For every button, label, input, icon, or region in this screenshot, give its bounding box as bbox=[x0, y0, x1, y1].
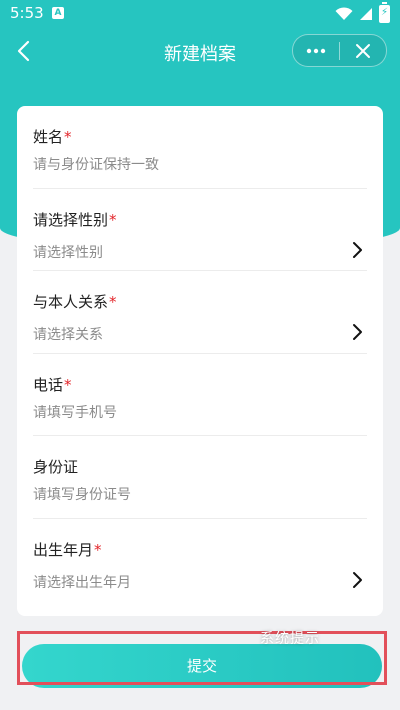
status-bar: 5:53 A ⚡ bbox=[0, 0, 400, 28]
id-card-input[interactable] bbox=[33, 487, 333, 503]
name-input[interactable] bbox=[33, 157, 333, 173]
relation-label: 与本人关系* bbox=[33, 293, 117, 311]
more-dots-icon bbox=[306, 48, 326, 53]
birth-date-field[interactable]: 出生年月* 请选择出生年月 bbox=[33, 519, 367, 602]
gender-select[interactable]: 请选择性别 bbox=[33, 242, 103, 262]
id-card-label: 身份证 bbox=[33, 458, 79, 476]
relation-select[interactable]: 请选择关系 bbox=[33, 324, 103, 344]
required-mark: * bbox=[94, 540, 102, 559]
phone-label: 电话* bbox=[33, 375, 72, 394]
back-arrow-icon bbox=[17, 40, 30, 62]
birth-date-select[interactable]: 请选择出生年月 bbox=[33, 572, 131, 592]
close-icon bbox=[356, 43, 370, 58]
status-icons: ⚡ bbox=[335, 2, 390, 23]
nav-bar: 新建档案 bbox=[0, 28, 400, 74]
gender-label: 请选择性别* bbox=[33, 210, 117, 229]
relation-field[interactable]: 与本人关系* 请选择关系 bbox=[33, 271, 367, 354]
notification-icon: A bbox=[52, 7, 64, 19]
gender-field[interactable]: 请选择性别* 请选择性别 bbox=[33, 189, 367, 271]
birth-date-label: 出生年月* bbox=[33, 540, 102, 559]
chevron-right-icon bbox=[353, 324, 362, 340]
mini-program-capsule bbox=[292, 34, 387, 67]
phone-input[interactable] bbox=[33, 404, 333, 421]
page-title: 新建档案 bbox=[164, 44, 236, 65]
back-button[interactable] bbox=[12, 38, 38, 64]
chevron-right-icon bbox=[353, 571, 362, 588]
overlay-text: 系统提示 bbox=[260, 631, 320, 647]
required-mark: * bbox=[109, 293, 117, 311]
status-time: 5:53 bbox=[10, 4, 44, 22]
required-mark: * bbox=[64, 375, 72, 394]
id-card-field: 身份证 bbox=[33, 436, 367, 519]
more-button[interactable] bbox=[293, 35, 339, 66]
required-mark: * bbox=[109, 210, 117, 229]
name-label: 姓名* bbox=[33, 128, 72, 146]
battery-icon: ⚡ bbox=[379, 2, 390, 23]
phone-field: 电话* bbox=[33, 354, 367, 436]
highlight-box bbox=[17, 631, 387, 685]
chevron-right-icon bbox=[353, 241, 362, 258]
form-card: 姓名* 请选择性别* 请选择性别 与本人关系* 请选择关系 电话* 身份证 出生… bbox=[17, 106, 383, 616]
signal-icon bbox=[360, 8, 372, 20]
required-mark: * bbox=[64, 128, 72, 146]
close-button[interactable] bbox=[340, 35, 386, 66]
name-field: 姓名* bbox=[33, 106, 367, 189]
wifi-icon bbox=[335, 7, 353, 20]
